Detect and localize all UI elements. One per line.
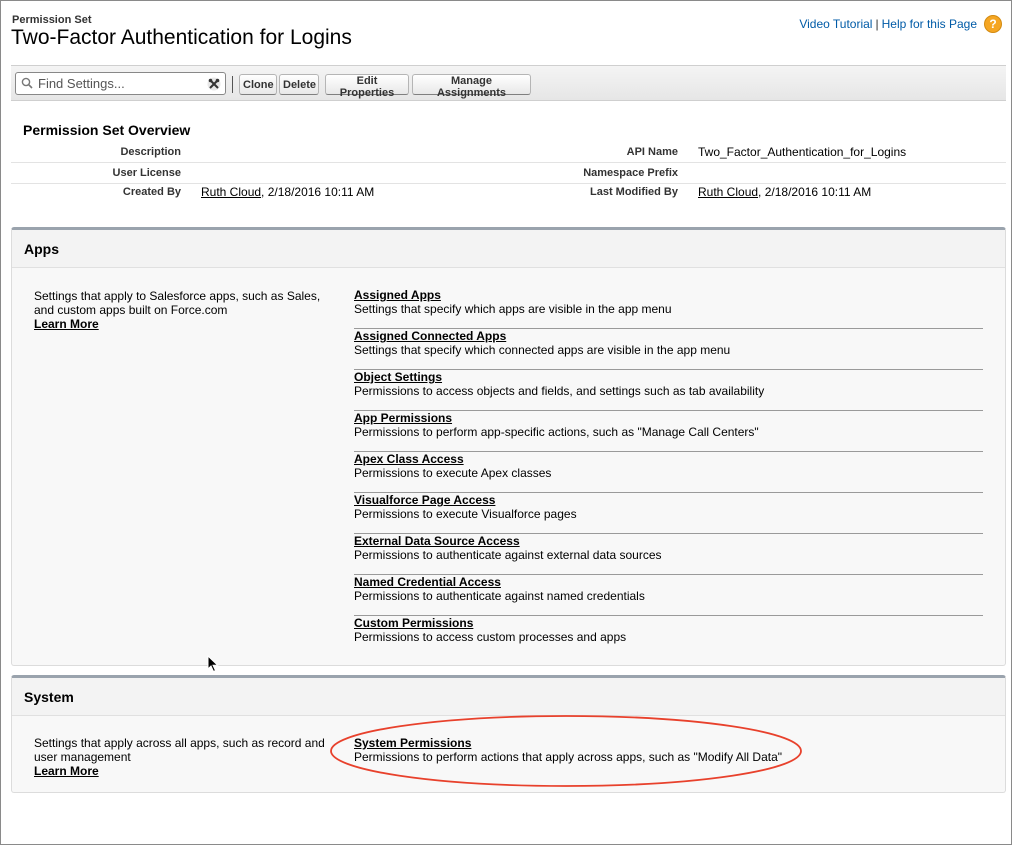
last-modified-date: , 2/18/2016 10:11 AM [758,185,872,199]
apps-learn-more-link[interactable]: Learn More [34,317,334,331]
object-settings-link[interactable]: Object Settings [354,370,442,384]
link-description: Permissions to authenticate against name… [354,589,645,603]
list-item: External Data Source Access Permissions … [354,534,983,575]
created-by-value: Ruth Cloud, 2/18/2016 10:11 AM [201,185,374,199]
manage-assignments-button[interactable]: Manage Assignments [412,74,531,99]
system-section-description: Settings that apply across all apps, suc… [34,736,334,778]
system-permissions-link[interactable]: System Permissions [354,736,471,750]
list-item: Assigned Apps Settings that specify whic… [354,288,983,329]
assigned-connected-apps-link[interactable]: Assigned Connected Apps [354,329,506,343]
apps-link-list: Assigned Apps Settings that specify whic… [354,288,983,657]
tools-icon[interactable] [207,77,221,91]
page-eyebrow: Permission Set [12,14,92,26]
visualforce-page-access-link[interactable]: Visualforce Page Access [354,493,495,507]
external-data-source-access-link[interactable]: External Data Source Access [354,534,520,548]
created-by-date: , 2/18/2016 10:11 AM [261,185,375,199]
list-item: Visualforce Page Access Permissions to e… [354,493,983,534]
page-title: Two-Factor Authentication for Logins [11,26,352,49]
find-settings-input[interactable] [38,76,198,91]
link-description: Permissions to authenticate against exte… [354,548,662,562]
created-by-user-link[interactable]: Ruth Cloud [201,185,261,199]
help-icon[interactable]: ? [984,15,1002,33]
system-learn-more-link[interactable]: Learn More [34,764,334,778]
overview-row: User License Namespace Prefix [11,163,1006,184]
system-link-list: System Permissions Permissions to perfor… [354,736,983,777]
namespace-prefix-label: Namespace Prefix [583,167,678,179]
system-section-title: System [24,689,74,705]
link-description: Permissions to access custom processes a… [354,630,627,644]
link-description: Permissions to execute Apex classes [354,466,552,480]
apps-section: Apps Settings that apply to Salesforce a… [11,227,1006,666]
apps-section-header: Apps [12,230,1005,268]
overview-row: Created By Ruth Cloud, 2/18/2016 10:11 A… [11,182,1006,202]
api-name-value: Two_Factor_Authentication_for_Logins [698,145,907,159]
help-links: Video Tutorial | Help for this Page ? [799,15,1002,33]
app-permissions-link[interactable]: App Permissions [354,411,452,425]
overview-row: Description API Name Two_Factor_Authenti… [11,142,1006,163]
link-description: Permissions to access objects and fields… [354,384,765,398]
list-item: App Permissions Permissions to perform a… [354,411,983,452]
assigned-apps-link[interactable]: Assigned Apps [354,288,441,302]
overview-title: Permission Set Overview [23,122,191,138]
created-by-label: Created By [122,186,181,198]
delete-button[interactable]: Delete [279,74,319,95]
api-name-label: API Name [626,146,678,158]
link-description: Permissions to perform actions that appl… [354,750,783,764]
system-section-header: System [12,678,1005,716]
toolbar: Clone Delete Edit Properties Manage Assi… [11,65,1006,101]
list-item: Named Credential Access Permissions to a… [354,575,983,616]
system-description-text: Settings that apply across all apps, suc… [34,736,325,764]
apps-description-text: Settings that apply to Salesforce apps, … [34,289,321,317]
search-icon [21,77,33,89]
custom-permissions-link[interactable]: Custom Permissions [354,616,473,630]
help-separator: | [875,17,879,31]
last-modified-by-label: Last Modified By [589,186,678,198]
help-for-page-link[interactable]: Help for this Page [882,17,977,31]
list-item: Apex Class Access Permissions to execute… [354,452,983,493]
toolbar-divider [232,76,233,93]
list-item: Object Settings Permissions to access ob… [354,370,983,411]
link-description: Settings that specify which apps are vis… [354,302,672,316]
last-modified-user-link[interactable]: Ruth Cloud [698,185,758,199]
apex-class-access-link[interactable]: Apex Class Access [354,452,464,466]
list-item: Assigned Connected Apps Settings that sp… [354,329,983,370]
last-modified-by-value: Ruth Cloud, 2/18/2016 10:11 AM [698,185,871,199]
apps-section-description: Settings that apply to Salesforce apps, … [34,289,334,331]
link-description: Permissions to execute Visualforce pages [354,507,577,521]
link-description: Settings that specify which connected ap… [354,343,731,357]
clone-button[interactable]: Clone [239,74,277,95]
find-settings-box [15,72,226,95]
description-label: Description [120,146,181,158]
list-item: Custom Permissions Permissions to access… [354,616,983,657]
system-section: System Settings that apply across all ap… [11,675,1006,793]
apps-section-title: Apps [24,241,59,257]
video-tutorial-link[interactable]: Video Tutorial [799,17,872,31]
link-description: Permissions to perform app-specific acti… [354,425,759,439]
list-item: System Permissions Permissions to perfor… [354,736,983,777]
named-credential-access-link[interactable]: Named Credential Access [354,575,501,589]
user-license-label: User License [112,167,181,179]
cursor-icon [207,655,219,673]
edit-properties-button[interactable]: Edit Properties [325,74,409,99]
